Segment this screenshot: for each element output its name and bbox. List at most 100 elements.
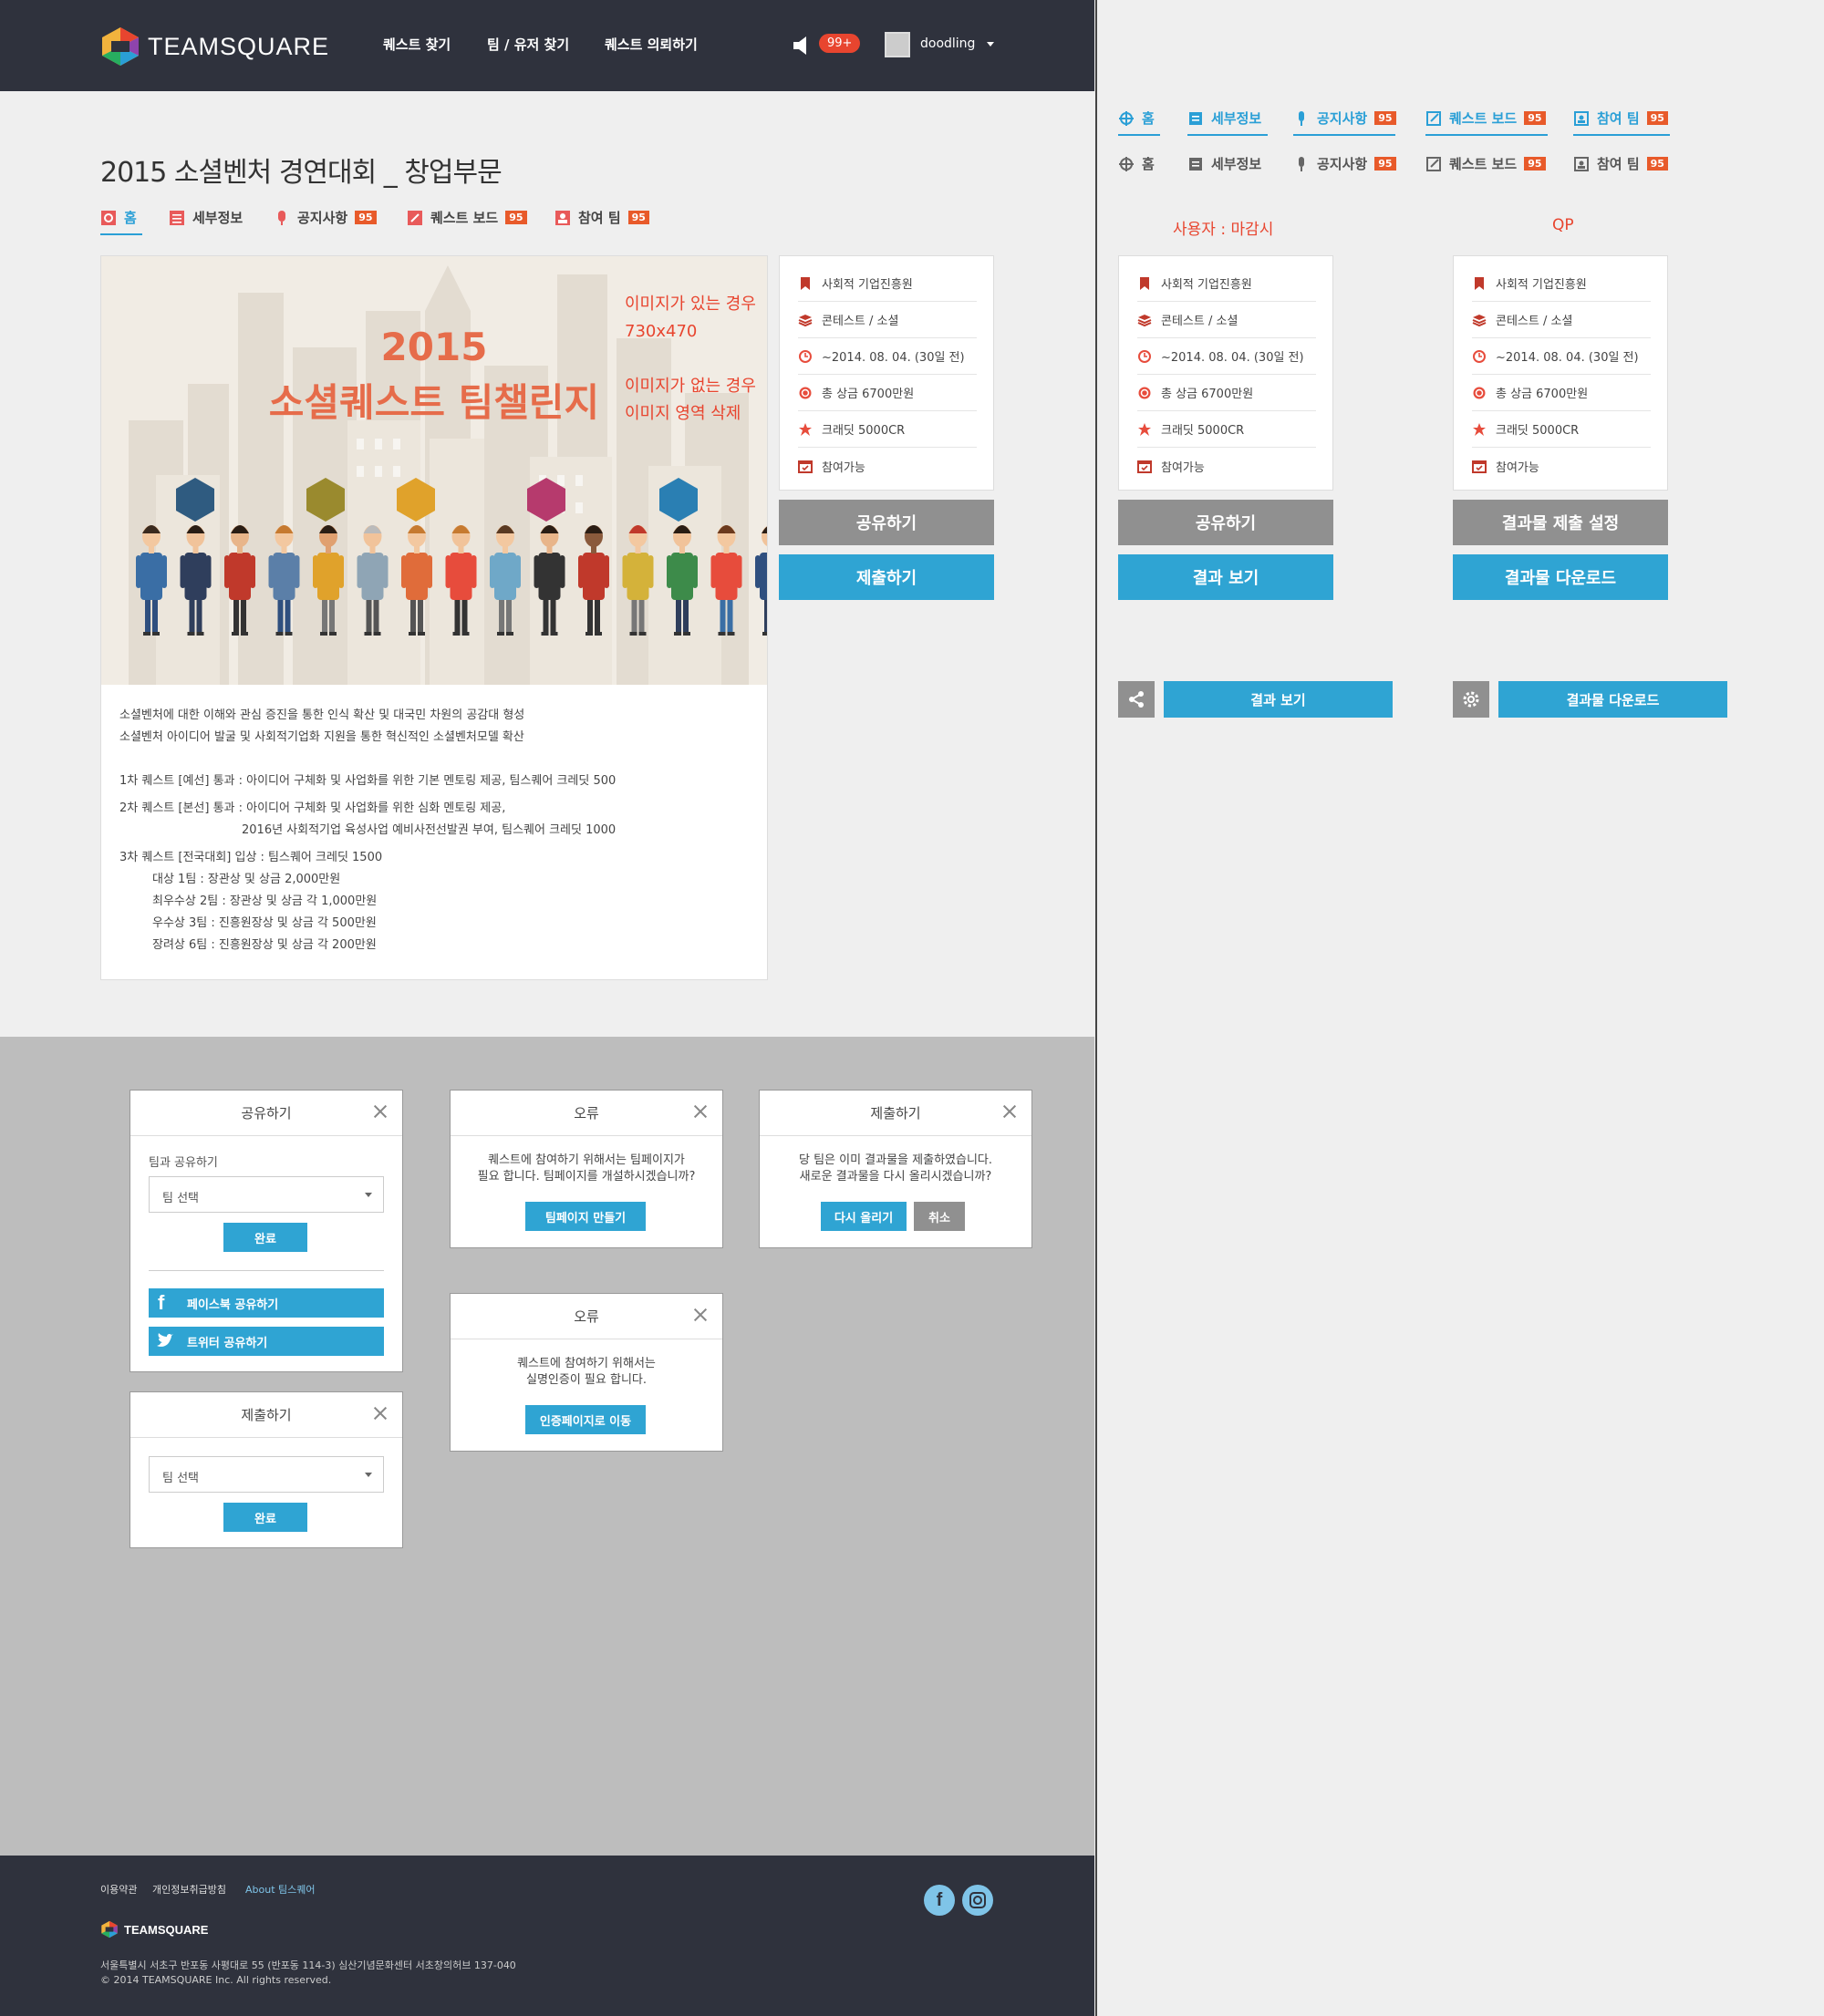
close-icon[interactable]	[371, 1102, 389, 1121]
variant-tab-0[interactable]: 홈	[1118, 154, 1155, 173]
bookmark-icon	[801, 276, 810, 290]
close-icon[interactable]	[691, 1306, 710, 1324]
info-row: 크래딧 5000CR	[1137, 411, 1316, 448]
description-line: 3차 퀘스트 [전국대회] 입상 : 팀스퀘어 크레딧 1500	[119, 851, 383, 864]
tab-notice[interactable]: 공지사항 95	[274, 208, 377, 227]
tab-count-badge: 95	[355, 211, 377, 224]
facebook-icon[interactable]: f	[924, 1885, 955, 1916]
twitter-share-label: 트위터 공유하기	[187, 1336, 268, 1350]
share-icon[interactable]	[1118, 681, 1155, 718]
reupload-button[interactable]: 다시 올리기	[821, 1202, 907, 1231]
qp-result-download-button[interactable]: 결과물 다운로드	[1453, 554, 1668, 600]
qp-result-setting-button[interactable]: 결과물 제출 설정	[1453, 500, 1668, 545]
cancel-button[interactable]: 취소	[914, 1202, 965, 1231]
tab-label: 홈	[1142, 110, 1155, 127]
instagram-icon[interactable]	[962, 1885, 993, 1916]
facebook-share-button[interactable]: f 페이스북 공유하기	[149, 1288, 384, 1318]
top-header: TEAMSQUARE 퀘스트 찾기 팀 / 유저 찾기 퀘스트 의뢰하기 99+…	[0, 0, 1094, 91]
share-button[interactable]: 공유하기	[779, 500, 994, 545]
star-badge-icon	[1138, 422, 1151, 436]
submit-button[interactable]: 제출하기	[779, 554, 994, 600]
modal-message: 당 팀은 이미 결과물을 제출하였습니다.	[798, 1153, 993, 1167]
variant-tab-1[interactable]: 세부정보	[1187, 109, 1261, 128]
tab-quest-board[interactable]: 퀘스트 보드 95	[407, 208, 527, 227]
nav-quest-request[interactable]: 퀘스트 의뢰하기	[605, 35, 698, 54]
stack-icon	[1137, 314, 1152, 326]
user-view-result-button[interactable]: 결과 보기	[1118, 554, 1333, 600]
calendar-icon	[798, 460, 813, 473]
info-text: 총 상금 6700만원	[1496, 388, 1589, 401]
crosshair-icon	[1119, 156, 1134, 171]
close-icon[interactable]	[371, 1404, 389, 1422]
tab-label: 세부정보	[1211, 110, 1262, 127]
logo-mark-icon	[102, 27, 139, 66]
modal-title: 제출하기	[130, 1392, 402, 1438]
facebook-share-label: 페이스북 공유하기	[187, 1297, 279, 1312]
variant-tab-4[interactable]: 참여 팀 95	[1573, 109, 1668, 128]
info-text: 크래딧 5000CR	[1161, 424, 1245, 438]
info-row: 총 상금 6700만원	[1137, 375, 1316, 411]
gear-icon[interactable]	[1453, 681, 1489, 718]
modal-title: 공유하기	[130, 1091, 402, 1136]
done-button[interactable]: 완료	[223, 1223, 307, 1252]
tab-details[interactable]: 세부정보	[169, 208, 243, 227]
info-row: 사회적 기업진흥원	[1472, 265, 1651, 302]
variant-tab-2[interactable]: 공지사항 95	[1293, 154, 1396, 173]
compact-result-download-button[interactable]: 결과물 다운로드	[1498, 681, 1727, 718]
footer-link-terms[interactable]: 이용약관	[100, 1882, 137, 1897]
clock-icon	[1138, 349, 1151, 363]
logo[interactable]: TEAMSQUARE	[100, 26, 329, 67]
user-share-button[interactable]: 공유하기	[1118, 500, 1333, 545]
close-icon[interactable]	[691, 1102, 710, 1121]
calendar-icon	[1137, 460, 1152, 473]
variant-tab-2[interactable]: 공지사항 95	[1293, 109, 1396, 128]
note-line: 이미지가 있는 경우	[625, 295, 756, 314]
document-icon	[170, 210, 184, 225]
team-select[interactable]: 팀 선택	[149, 1456, 384, 1493]
footer-link-about[interactable]: About 팀스퀘어	[245, 1882, 316, 1897]
twitter-share-button[interactable]: 트위터 공유하기	[149, 1327, 384, 1356]
variant-tab-1[interactable]: 세부정보	[1187, 154, 1261, 173]
info-text: 사회적 기업진흥원	[1496, 278, 1587, 292]
info-text: 사회적 기업진흥원	[1161, 278, 1252, 292]
active-tab-indicator	[100, 233, 142, 235]
qp-variant-label: QP	[1552, 216, 1574, 234]
go-verification-button[interactable]: 인증페이지로 이동	[525, 1405, 646, 1434]
done-button[interactable]: 완료	[223, 1503, 307, 1532]
star-badge-icon	[1473, 422, 1486, 436]
footer-logo: TEAMSQUARE	[100, 1920, 208, 1938]
info-row: 총 상금 6700만원	[1472, 375, 1651, 411]
info-text: 총 상금 6700만원	[1161, 388, 1254, 401]
nav-team-user-find[interactable]: 팀 / 유저 찾기	[487, 35, 569, 54]
variant-tab-3[interactable]: 퀘스트 보드 95	[1425, 154, 1546, 173]
close-icon[interactable]	[1000, 1102, 1019, 1121]
info-text: 참여가능	[822, 460, 865, 475]
tab-teams[interactable]: 참여 팀 95	[554, 208, 649, 227]
variant-tab-4[interactable]: 참여 팀 95	[1573, 154, 1668, 173]
page-title: 2015 소셜벤처 경연대회 _ 창업부문	[100, 157, 503, 189]
tab-label: 홈	[124, 210, 137, 226]
create-team-page-button[interactable]: 팀페이지 만들기	[525, 1202, 646, 1231]
info-row: 사회적 기업진흥원	[798, 265, 977, 302]
tab-home[interactable]: 홈	[100, 208, 137, 227]
document-icon	[1189, 111, 1202, 125]
info-row: ~2014. 08. 04. (30일 전)	[1137, 338, 1316, 375]
tab-label: 공지사항	[297, 210, 348, 226]
notification-badge[interactable]: 99+	[819, 34, 861, 53]
footer-link-privacy[interactable]: 개인정보취급방침	[152, 1882, 226, 1897]
submit-modal: 제출하기 팀 선택 완료	[130, 1391, 403, 1548]
info-text: 사회적 기업진흥원	[822, 278, 913, 292]
username[interactable]: doodling	[920, 36, 975, 51]
divider	[149, 1270, 384, 1271]
avatar[interactable]	[885, 32, 910, 57]
variant-tab-3[interactable]: 퀘스트 보드 95	[1425, 109, 1546, 128]
info-text: 콘테스트 / 소셜	[1161, 315, 1238, 328]
description-line: 소셜벤처 아이디어 발굴 및 사회적기업화 지원을 통한 혁신적인 소셜벤처모델…	[119, 730, 524, 744]
coin-icon	[799, 387, 812, 398]
nav-quest-find[interactable]: 퀘스트 찾기	[383, 35, 451, 54]
variant-tab-0[interactable]: 홈	[1118, 109, 1155, 128]
compact-view-result-button[interactable]: 결과 보기	[1164, 681, 1393, 718]
user-menu-caret-icon[interactable]	[987, 42, 994, 47]
team-select[interactable]: 팀 선택	[149, 1176, 384, 1213]
speaker-icon[interactable]	[793, 35, 812, 57]
